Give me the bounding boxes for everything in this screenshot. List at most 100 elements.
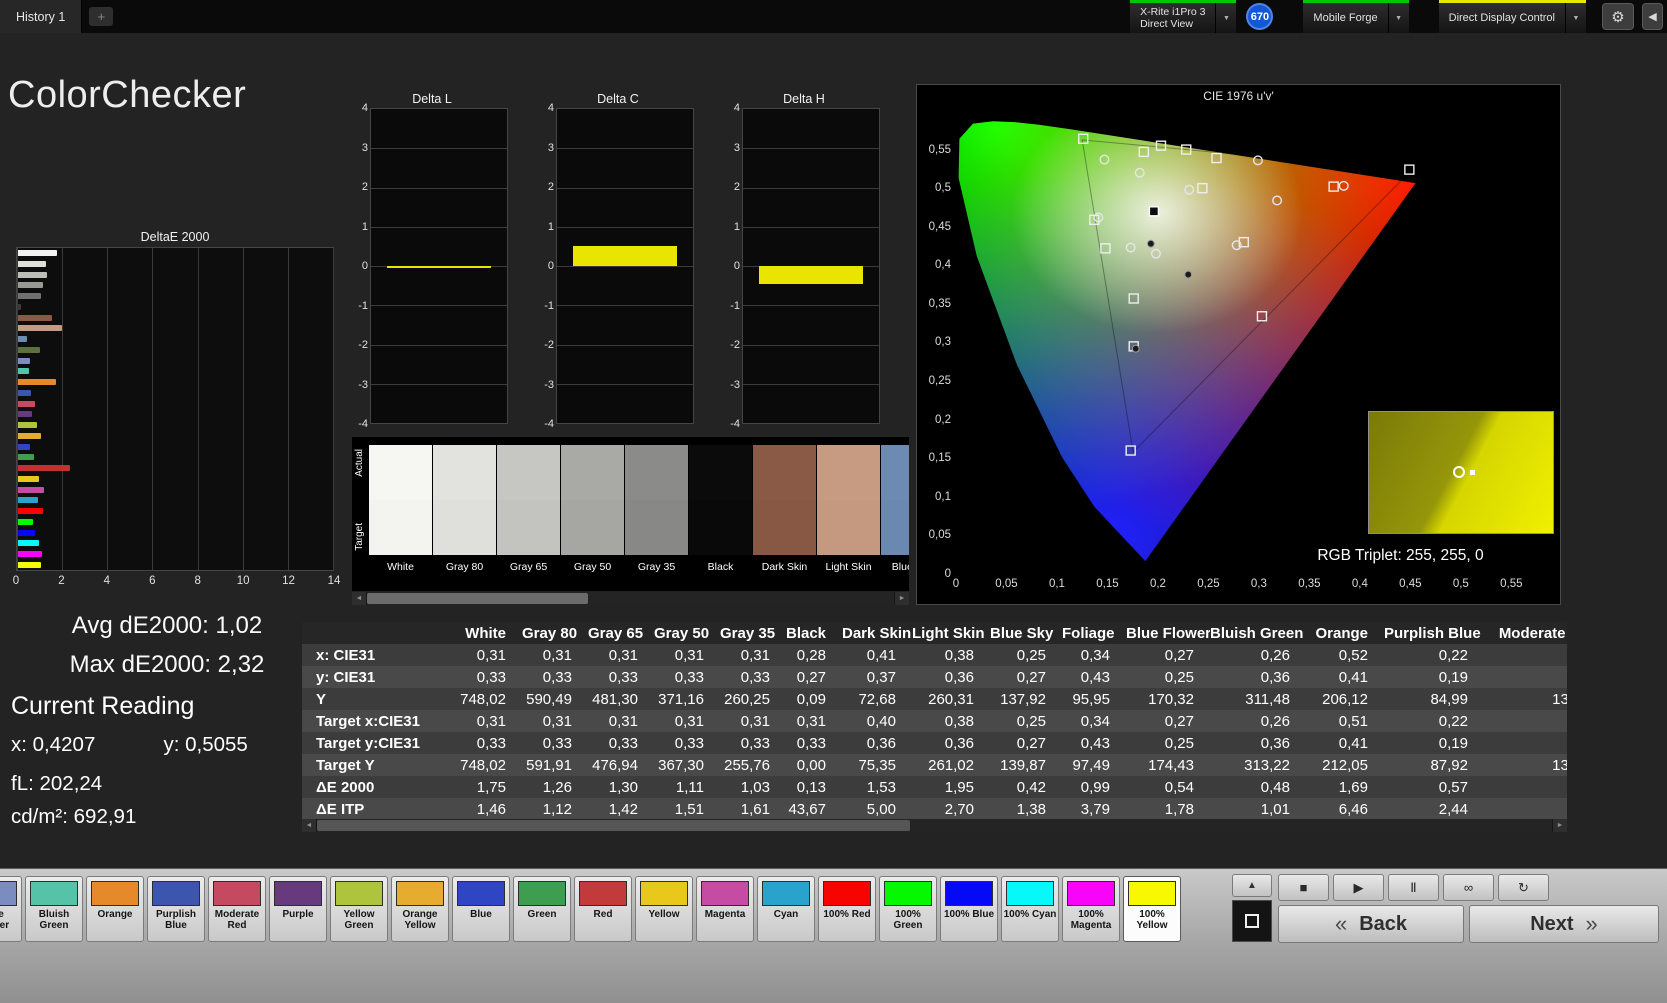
scrollbar-thumb[interactable] [317,820,910,831]
de-bar-moderate-red [18,400,36,407]
patch-label: Purplish Blue [155,909,196,931]
table-body: x: CIE31 0,31 0,31 0,31 0,31 0,31 0,28 0,41 0,38… [302,644,1567,819]
patch-button-red[interactable]: Red [574,876,632,942]
meter-panel[interactable]: X-Rite i1Pro 3 Direct View ▼ [1130,0,1237,33]
table-cell: 1,42 [608,800,638,818]
meter-dropdown-icon[interactable]: ▼ [1215,0,1237,33]
patch-swatch [762,881,810,906]
next-button[interactable]: Next » [1469,905,1659,943]
grid-line [557,226,693,228]
de-bar-purple [18,411,32,418]
table-cell: 0,27 [1164,712,1194,730]
swatch-scrollbar[interactable]: ◄ ► [352,592,909,605]
patch-button-bluish-green[interactable]: Bluish Green [25,876,83,942]
chart-title: DeltaE 2000 [140,230,210,244]
table-cell: 0,25 [1016,712,1046,730]
patch-label: 100% Blue [943,909,995,920]
bottom-toolbar: Blue Flower Bluish Green Orange Purplish Bl… [0,868,1667,1003]
patch-swatch [91,881,139,906]
play-button[interactable]: ▶ [1333,874,1384,901]
patch-label: Purple [282,909,314,920]
grid-line [371,187,507,189]
source-dropdown-icon[interactable]: ▼ [1387,0,1409,33]
display-control-dropdown-icon[interactable]: ▼ [1565,0,1586,33]
patch-button-100-cyan[interactable]: 100% Cyan [1001,876,1059,942]
grid-line [371,148,507,150]
patch-swatch [518,881,566,906]
table-cell: 0,31 [1484,666,1567,688]
table-cell: 0,57 [1438,778,1468,796]
table-row--e-2000: ΔE 2000 1,75 1,26 1,30 1,11 1,03 0,13 1,53 1,95 0… [302,776,1567,798]
patch-button-moderate-red[interactable]: Moderate Red [208,876,266,942]
de-bar-cyan [18,497,38,504]
scrollbar-thumb[interactable] [367,593,589,604]
table-cell: 1,01 [1260,800,1290,818]
table-scrollbar[interactable]: ◄ ► [302,819,1567,832]
patch-button-100-magenta[interactable]: 100% Magenta [1062,876,1120,942]
patch-button-orange-yellow[interactable]: Orange Yellow [391,876,449,942]
meter-status-bar [1130,0,1237,3]
add-tab-button[interactable]: + [89,7,114,26]
collapse-panel-icon[interactable]: ◀ [1642,3,1663,30]
chart-bars [18,250,332,568]
patch-button-orange[interactable]: Orange [86,876,144,942]
patch-button-yellow[interactable]: Yellow [635,876,693,942]
table-cell: 2,70 [944,800,974,818]
patch-button-green[interactable]: Green [513,876,571,942]
table-cell: 1,26 [542,778,572,796]
table-cell: 174,43 [1148,756,1194,774]
patch-button-100-blue[interactable]: 100% Blue [940,876,998,942]
table-cell: 87,92 [1430,756,1468,774]
patch-button-blue-flower[interactable]: Blue Flower [0,876,22,942]
table-row-y: Y 748,02 590,49 481,30 371,16 260,25 0,09 72,68… [302,688,1567,710]
patch-swatch [1067,881,1115,906]
back-button[interactable]: « Back [1278,905,1464,943]
column-header-white: White [460,622,522,644]
axis-tick-label: 4 [547,102,554,114]
column-header-gray-35: Gray 35 [720,622,786,644]
axis-tick-label: 0,25 [1197,578,1220,590]
patch-button-purple[interactable]: Purple [269,876,327,942]
row-label: x: CIE31 [316,646,376,664]
patch-button-magenta[interactable]: Magenta [696,876,754,942]
table-cell: 748,02 [460,756,506,774]
patch-button-yellow-green[interactable]: Yellow Green [330,876,388,942]
expand-patches-icon[interactable]: ▲ [1232,874,1272,897]
patch-button-blue[interactable]: Blue [452,876,510,942]
display-control-panel[interactable]: Direct Display Control ▼ [1438,0,1586,33]
axis-tick-label: 1 [547,220,554,233]
scrollbar-track[interactable] [367,592,894,605]
scroll-right-icon[interactable]: ► [895,592,909,605]
scroll-right-icon[interactable]: ► [1553,819,1567,832]
patch-window-preview[interactable] [1232,900,1272,942]
patch-button-purplish-blue[interactable]: Purplish Blue [147,876,205,942]
stop-button[interactable]: ■ [1278,874,1329,901]
delta-e-2000-chart: DeltaE 2000 0 2 4 6 8 10 12 14 [13,230,341,590]
patch-button-100-yellow[interactable]: 100% Yellow [1123,876,1181,942]
patch-button-100-green[interactable]: 100% Green [879,876,937,942]
column-header-light-skin: Light Skin [912,622,990,644]
table-cell: 0,31 [608,646,638,664]
table-cell: 0,33 [674,734,704,752]
axis-tick-label: 0,05 [928,529,951,542]
source-panel[interactable]: Mobile Forge ▼ [1303,0,1409,33]
scroll-left-icon[interactable]: ◄ [352,592,366,605]
patch-label: Red [593,909,613,920]
pause-button[interactable]: Ⅱ [1388,874,1439,901]
scrollbar-track[interactable] [317,819,1552,832]
axis-tick-label: 3 [361,141,368,154]
patch-label: 100% Green [893,909,923,931]
patch-swatch [335,881,383,906]
settings-gear-icon[interactable]: ⚙ [1602,3,1634,30]
patch-button-cyan[interactable]: Cyan [757,876,815,942]
patch-button-100-red[interactable]: 100% Red [818,876,876,942]
table-cell: 2,65 [1484,798,1567,819]
infinity-button[interactable]: ∞ [1443,874,1494,901]
repeat-button[interactable]: ↻ [1498,874,1549,901]
column-header-dark-skin: Dark Skin [842,622,912,644]
reading-cdm2: cd/m²: 692,91 [11,805,137,828]
display-control-name: Direct Display Control [1448,12,1555,24]
history-tab[interactable]: History 1 [0,0,83,33]
table-cell: 0,31 [674,646,704,664]
scroll-left-icon[interactable]: ◄ [302,819,316,832]
